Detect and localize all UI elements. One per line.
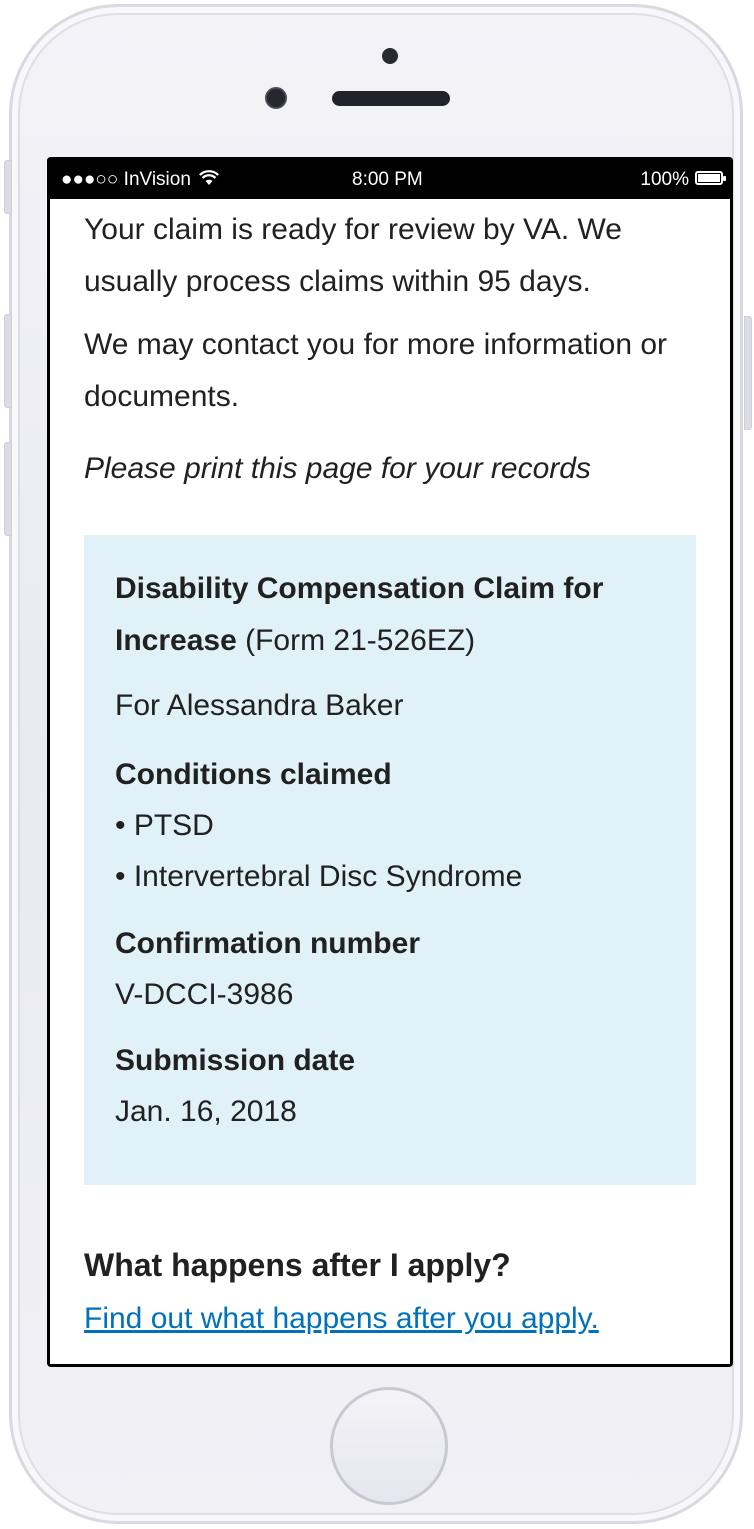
proximity-sensor — [382, 48, 398, 64]
contact-text: We may contact you for more information … — [84, 328, 668, 413]
mute-switch — [4, 160, 12, 214]
after-apply-link[interactable]: Find out what happens after you apply. — [84, 1293, 599, 1345]
carrier-text: ●●●○○ InVision — [61, 169, 191, 190]
carrier-label: ●●●○○ InVision — [61, 169, 220, 191]
volume-up-button — [4, 314, 12, 408]
front-camera — [265, 87, 287, 109]
phone-screen: ●●●○○ InVision 8:00 PM 100% Your claim i… — [47, 157, 733, 1367]
confirmation-heading: Confirmation number — [115, 927, 420, 960]
claim-form-number: (Form 21-526EZ) — [236, 624, 476, 657]
phone-frame: ●●●○○ InVision 8:00 PM 100% Your claim i… — [9, 4, 743, 1524]
battery-icon — [695, 171, 726, 185]
conditions-heading: Conditions claimed — [115, 758, 392, 791]
condition-item: • Intervertebral Disc Syndrome — [115, 860, 523, 893]
claimant-name: For Alessandra Baker — [115, 689, 404, 722]
after-apply-heading: What happens after I apply? — [84, 1247, 511, 1283]
status-bar: ●●●○○ InVision 8:00 PM 100% — [47, 157, 733, 199]
page-content: Your claim is ready for review by VA. We… — [50, 199, 730, 1364]
battery-percent: 100% — [640, 169, 689, 190]
claim-title: Disability Compensation Claim for Increa… — [115, 563, 675, 667]
submission-date: Jan. 16, 2018 — [115, 1095, 297, 1128]
volume-down-button — [4, 442, 12, 536]
home-button[interactable] — [330, 1387, 448, 1505]
print-notice: Please print this page for your records — [84, 452, 591, 485]
condition-item: • PTSD — [115, 809, 214, 842]
wifi-icon — [199, 170, 220, 185]
claim-ready-text: Your claim is ready for review by VA. We… — [84, 213, 622, 298]
confirmation-number: V-DCCI-3986 — [115, 978, 294, 1011]
submission-heading: Submission date — [115, 1044, 356, 1077]
earpiece-speaker — [332, 91, 450, 106]
claim-summary-box: Disability Compensation Claim for Increa… — [84, 535, 696, 1185]
status-time: 8:00 PM — [352, 169, 423, 190]
power-button — [744, 316, 752, 430]
